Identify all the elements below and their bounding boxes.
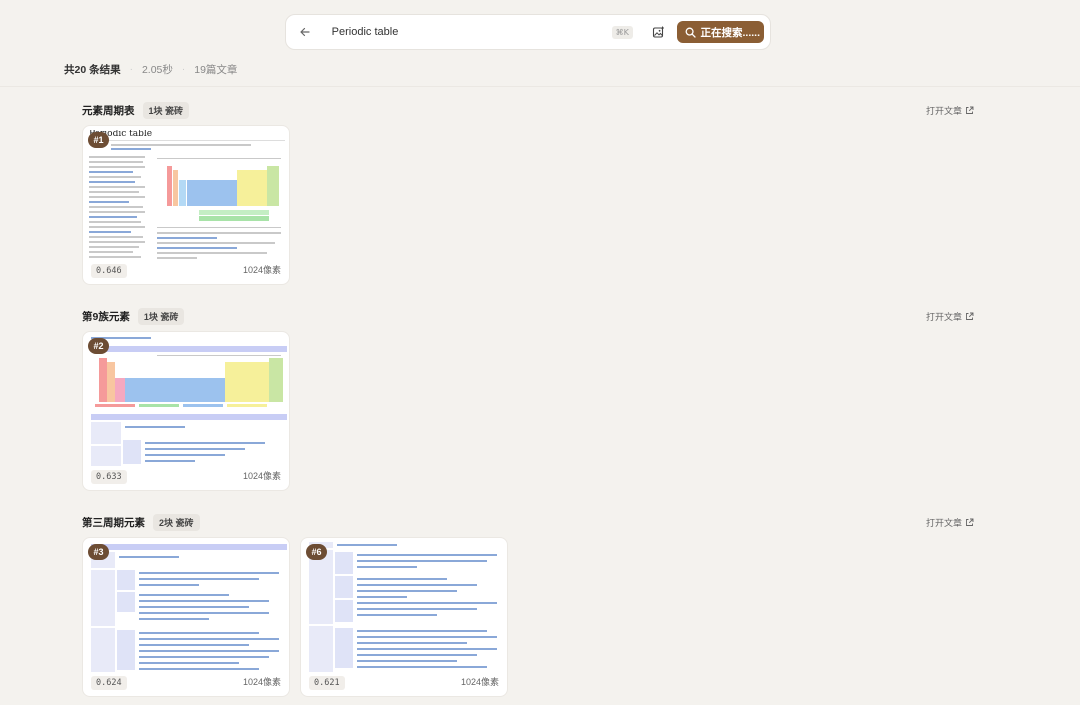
result-card[interactable]: Periodic table #1 0.646 1024像素 bbox=[82, 125, 290, 285]
group-header: 第9族元素 1块 瓷砖 打开文章 bbox=[82, 307, 974, 325]
search-button[interactable]: 正在搜索...... bbox=[676, 21, 765, 43]
open-article-label: 打开文章 bbox=[925, 311, 962, 322]
result-card[interactable]: #2 0.633 1024像素 bbox=[82, 331, 290, 491]
tile-thumbnail bbox=[305, 542, 505, 674]
separator-dot: · bbox=[181, 64, 186, 75]
open-article-link[interactable]: 打开文章 bbox=[926, 516, 974, 529]
group-title: 第三周期元素 bbox=[82, 516, 145, 529]
rank-badge: #2 bbox=[88, 338, 109, 354]
tile-size: 1024像素 bbox=[242, 471, 281, 481]
tile-size: 1024像素 bbox=[242, 265, 281, 275]
tile-size: 1024像素 bbox=[460, 677, 499, 687]
tile-thumbnail bbox=[87, 542, 287, 674]
result-group: 元素周期表 1块 瓷砖 打开文章 Periodic table #1 0.646… bbox=[82, 101, 974, 285]
open-article-label: 打开文章 bbox=[925, 517, 962, 528]
open-article-link[interactable]: 打开文章 bbox=[926, 104, 974, 117]
arrow-left-icon bbox=[300, 27, 310, 37]
search-bar: Periodic table ⌘K 正在搜索...... bbox=[285, 14, 771, 50]
tile-count-badge: 1块 瓷砖 bbox=[142, 101, 190, 119]
search-icon bbox=[685, 27, 696, 38]
similarity-score: 0.646 bbox=[91, 264, 127, 278]
result-card[interactable]: #3 0.624 1024像素 bbox=[82, 537, 290, 697]
shortcut-hint: ⌘K bbox=[611, 25, 633, 39]
group-header: 元素周期表 1块 瓷砖 打开文章 bbox=[82, 101, 974, 119]
open-article-label: 打开文章 bbox=[925, 105, 962, 116]
external-link-icon bbox=[966, 312, 974, 320]
search-time: 2.05秒 bbox=[141, 64, 173, 76]
group-title: 元素周期表 bbox=[82, 104, 135, 117]
similarity-score: 0.624 bbox=[91, 676, 127, 690]
search-input[interactable]: Periodic table bbox=[332, 26, 602, 38]
result-group: 第三周期元素 2块 瓷砖 打开文章 #3 0.624 1024像素 #6 0.6… bbox=[82, 513, 974, 697]
image-search-icon bbox=[653, 26, 665, 38]
similarity-score: 0.621 bbox=[309, 676, 345, 690]
tile-size: 1024像素 bbox=[242, 677, 281, 687]
rank-badge: #6 bbox=[306, 544, 327, 560]
divider bbox=[0, 86, 1080, 87]
result-card[interactable]: #6 0.621 1024像素 bbox=[300, 537, 508, 697]
article-count: 19篇文章 bbox=[194, 64, 238, 76]
result-group: 第9族元素 1块 瓷砖 打开文章 #2 0.633 1024像素 bbox=[82, 307, 974, 491]
external-link-icon bbox=[966, 106, 974, 114]
tile-thumbnail bbox=[87, 336, 287, 468]
back-button[interactable] bbox=[296, 23, 314, 41]
group-header: 第三周期元素 2块 瓷砖 打开文章 bbox=[82, 513, 974, 531]
tile-count-badge: 1块 瓷砖 bbox=[137, 307, 185, 325]
external-link-icon bbox=[966, 518, 974, 526]
rank-badge: #1 bbox=[88, 132, 109, 148]
separator-dot: · bbox=[129, 64, 133, 75]
rank-badge: #3 bbox=[88, 544, 109, 560]
search-button-label: 正在搜索...... bbox=[700, 26, 761, 39]
result-count: 共20 条结果 bbox=[64, 64, 121, 76]
tile-count-badge: 2块 瓷砖 bbox=[153, 513, 200, 531]
similarity-score: 0.633 bbox=[91, 470, 127, 484]
image-search-button[interactable] bbox=[651, 24, 667, 40]
open-article-link[interactable]: 打开文章 bbox=[926, 310, 974, 323]
result-stats: 共20 条结果 · 2.05秒 · 19篇文章 bbox=[64, 62, 237, 77]
tile-thumbnail: Periodic table bbox=[87, 130, 287, 262]
group-title: 第9族元素 bbox=[82, 310, 130, 323]
